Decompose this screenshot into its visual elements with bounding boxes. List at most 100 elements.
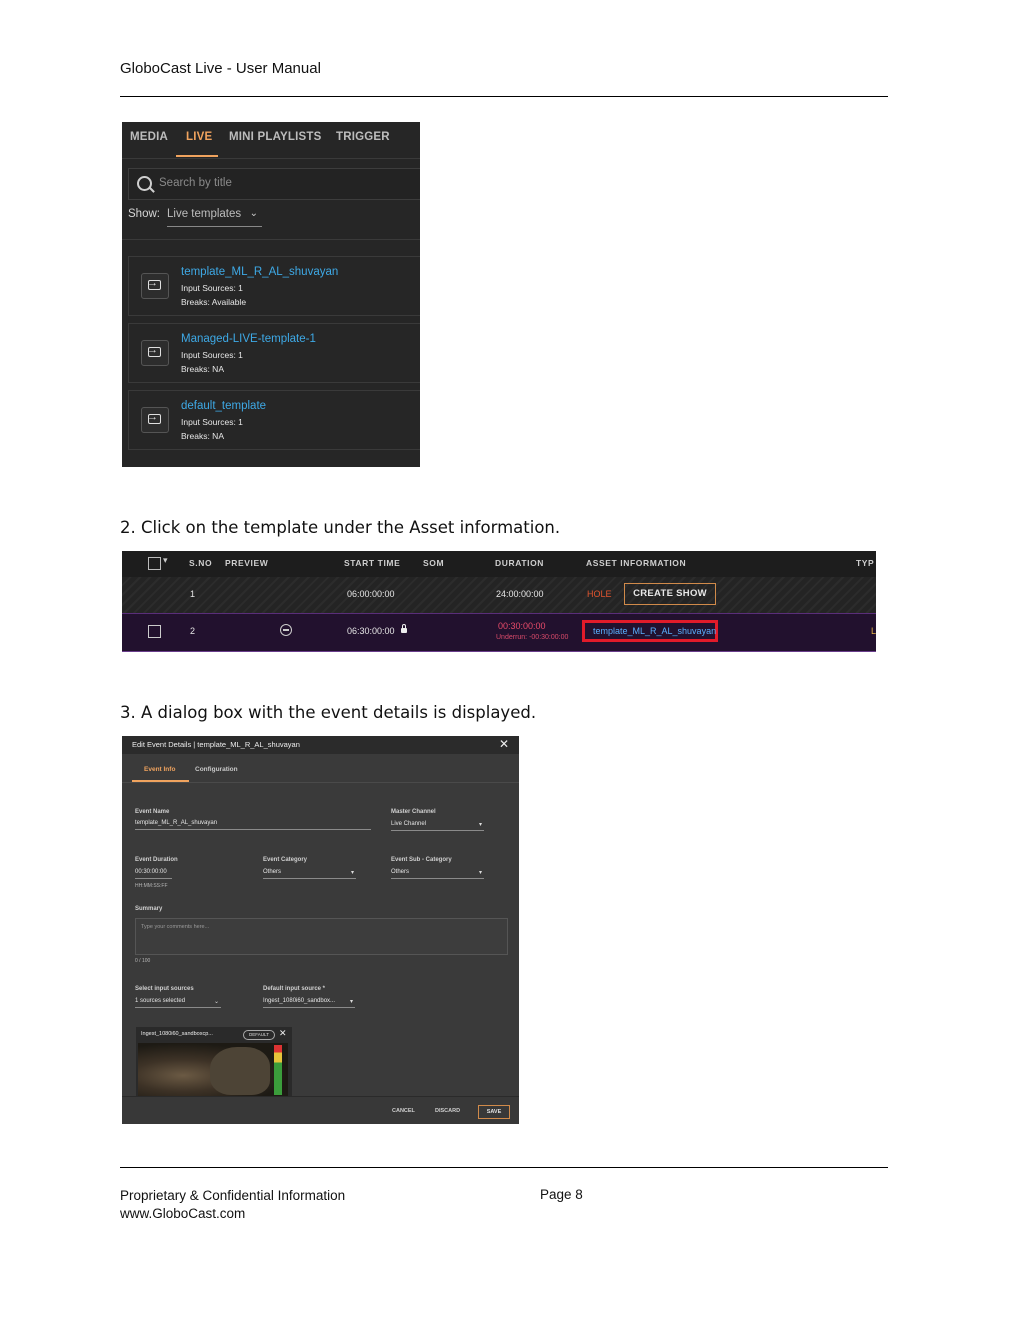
event-category-label: Event Category <box>263 857 308 863</box>
tab-configuration[interactable]: Configuration <box>195 766 238 773</box>
template-name[interactable]: Managed-LIVE-template-1 <box>181 333 316 345</box>
summary-textarea[interactable]: Type your comments here... <box>135 918 508 955</box>
page-number: Page 8 <box>540 1187 583 1202</box>
row-sno: 2 <box>190 626 196 636</box>
save-button[interactable]: SAVE <box>478 1105 510 1119</box>
input-source-icon <box>141 407 169 433</box>
template-name[interactable]: template_ML_R_AL_shuvayan <box>181 266 338 278</box>
thumbnail-subject <box>210 1047 270 1095</box>
tab-trigger[interactable]: TRIGGER <box>336 131 390 143</box>
document-header-title: GloboCast Live - User Manual <box>120 60 321 77</box>
input-source-icon <box>141 340 169 366</box>
default-source-select[interactable]: Ingest_1080i60_sandbox... ▾ <box>263 998 355 1008</box>
event-subcategory-value: Others <box>391 869 410 875</box>
search-input[interactable]: Search by title <box>128 168 420 200</box>
lock-icon <box>401 624 407 633</box>
event-name-field[interactable]: template_ML_R_AL_shuvayan <box>135 820 371 830</box>
footer-confidential: Proprietary & Confidential Information <box>120 1188 346 1203</box>
tab-mini-playlists[interactable]: MINI PLAYLISTS <box>229 131 321 143</box>
event-duration-value: 00:30:00:00 <box>135 869 167 875</box>
col-asset-information: ASSET INFORMATION <box>586 558 687 568</box>
row-duration: 24:00:00:00 <box>496 589 544 599</box>
show-filter-value: Live templates <box>167 208 242 220</box>
row-sno: 1 <box>190 589 196 599</box>
create-show-button[interactable]: CREATE SHOW <box>624 583 716 605</box>
col-duration: DURATION <box>495 558 545 568</box>
default-source-value: Ingest_1080i60_sandbox... <box>263 998 336 1004</box>
dialog-footer: CANCEL DISCARD SAVE <box>122 1096 519 1124</box>
dialog-title-bar: Edit Event Details | template_ML_R_AL_sh… <box>122 736 519 754</box>
edit-event-dialog-screenshot: Edit Event Details | template_ML_R_AL_sh… <box>122 736 519 1124</box>
divider <box>122 782 519 783</box>
input-sources-label: Select input sources <box>135 986 194 992</box>
row-start-time: 06:30:00:00 <box>347 626 395 636</box>
step-3-text: 3. A dialog box with the event details i… <box>120 703 537 722</box>
master-channel-value: Live Channel <box>391 821 427 827</box>
event-duration-field[interactable]: 00:30:00:00 <box>135 869 172 879</box>
event-subcategory-label: Event Sub - Category <box>391 857 452 863</box>
tab-live[interactable]: LIVE <box>186 131 212 143</box>
summary-label: Summary <box>135 906 163 912</box>
source-video-thumbnail <box>138 1043 288 1097</box>
default-badge[interactable]: DEFAULT <box>243 1030 275 1040</box>
close-icon[interactable]: ✕ <box>499 737 509 751</box>
show-filter-select[interactable]: Live templates ⌄ <box>167 208 262 227</box>
template-input-sources: Input Sources: 1 <box>181 417 243 427</box>
row-duration: 00:30:00:00 <box>498 621 546 631</box>
event-category-select[interactable]: Others ▾ <box>263 869 356 879</box>
row-underrun: Underrun: -00:30:00:00 <box>496 634 569 641</box>
dropdown-arrow-icon: ▾ <box>478 870 482 876</box>
discard-button[interactable]: DISCARD <box>435 1108 460 1114</box>
master-channel-select[interactable]: Live Channel ▾ <box>391 821 484 831</box>
event-duration-label: Event Duration <box>135 857 178 863</box>
dropdown-arrow-icon: ▾ <box>478 822 482 828</box>
table-header: ▾ S.NO PREVIEW START TIME SOM DURATION A… <box>122 551 876 577</box>
row-asset-status: HOLE <box>587 589 612 599</box>
template-card[interactable]: template_ML_R_AL_shuvayan Input Sources:… <box>128 256 420 316</box>
template-breaks: Breaks: NA <box>181 364 224 374</box>
chevron-down-icon[interactable]: ▾ <box>163 555 168 566</box>
remove-source-icon[interactable]: ✕ <box>279 1028 287 1039</box>
select-all-checkbox[interactable] <box>148 557 161 570</box>
template-name[interactable]: default_template <box>181 400 266 412</box>
header-rule <box>120 96 888 97</box>
template-input-sources: Input Sources: 1 <box>181 283 243 293</box>
show-label: Show: <box>128 208 160 220</box>
table-row[interactable]: 1 06:00:00:00 24:00:00:00 HOLE CREATE SH… <box>122 577 876 613</box>
col-preview: PREVIEW <box>225 558 269 568</box>
chevron-down-icon: ⌄ <box>249 208 258 219</box>
step-2-text: 2. Click on the template under the Asset… <box>120 518 561 537</box>
footer-rule <box>120 1167 888 1168</box>
summary-char-count: 0 / 100 <box>135 958 151 964</box>
search-icon <box>137 176 152 191</box>
template-card[interactable]: Managed-LIVE-template-1 Input Sources: 1… <box>128 323 420 383</box>
input-sources-select[interactable]: 1 sources selected ⌄ <box>135 998 221 1008</box>
chevron-down-icon: ⌄ <box>213 999 219 1005</box>
input-sources-value: 1 sources selected <box>135 998 186 1004</box>
input-source-icon <box>141 273 169 299</box>
master-channel-label: Master Channel <box>391 809 436 815</box>
footer-website: www.GloboCast.com <box>120 1206 246 1221</box>
event-duration-hint: HH:MM:SS:FF <box>135 883 168 889</box>
dropdown-arrow-icon: ▾ <box>350 870 354 876</box>
event-subcategory-select[interactable]: Others ▾ <box>391 869 484 879</box>
tab-event-info[interactable]: Event Info <box>144 766 175 773</box>
table-row-selected[interactable]: 2 06:30:00:00 00:30:00:00 Underrun: -00:… <box>122 613 876 652</box>
col-som: SOM <box>423 558 445 568</box>
template-card[interactable]: default_template Input Sources: 1 Breaks… <box>128 390 420 450</box>
cancel-button[interactable]: CANCEL <box>392 1108 415 1114</box>
row-type: L <box>870 626 876 636</box>
audio-level-meter <box>274 1045 282 1095</box>
tab-media[interactable]: MEDIA <box>130 131 168 143</box>
active-tab-indicator <box>176 155 218 157</box>
asset-template-link[interactable]: template_ML_R_AL_shuvayan <box>593 626 716 636</box>
divider <box>122 239 420 240</box>
preview-icon[interactable] <box>280 624 292 636</box>
template-breaks: Breaks: NA <box>181 431 224 441</box>
col-type: TYP <box>856 558 875 568</box>
dialog-title: Edit Event Details | template_ML_R_AL_sh… <box>132 740 300 749</box>
search-placeholder: Search by title <box>159 177 232 189</box>
default-source-label: Default input source * <box>263 986 326 992</box>
row-checkbox[interactable] <box>148 625 161 638</box>
event-name-value: template_ML_R_AL_shuvayan <box>135 820 218 826</box>
